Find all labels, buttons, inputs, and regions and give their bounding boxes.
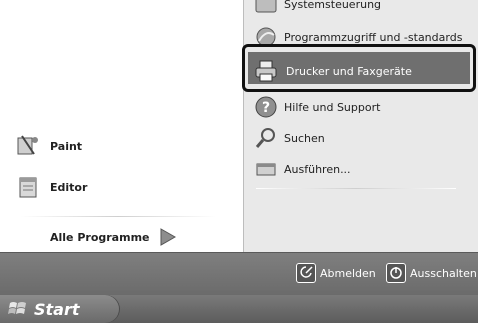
logoff-button[interactable]: Abmelden [296,262,376,284]
menu-item-printers[interactable]: Drucker und Faxgeräte [248,52,470,84]
right-divider [256,188,456,189]
menu-label-printers: Drucker und Faxgeräte [286,64,412,78]
notepad-icon [19,177,37,198]
menu-label-help: Hilfe und Support [284,100,381,114]
printer-icon [255,60,277,82]
run-icon [256,163,276,176]
control-panel-icon [255,0,277,13]
highlight-frame: Drucker und Faxgeräte [242,44,476,92]
start-label: Start [34,299,80,319]
search-icon [255,128,275,148]
logoff-icon [296,263,316,283]
menu-label-control-panel: Systemsteuerung [284,0,382,11]
menu-label-search: Suchen [284,131,325,145]
menu-label-run: Ausführen... [284,162,351,176]
menu-item-control-panel[interactable]: Systemsteuerung [254,0,381,16]
menu-item-search[interactable]: Suchen [254,126,325,150]
shutdown-label: Ausschalten [410,266,477,280]
left-divider [20,216,216,217]
paint-icon [17,135,38,155]
power-icon [386,263,406,283]
program-label-paint: Paint [50,139,83,153]
shutdown-button[interactable]: Ausschalten [386,262,477,284]
program-label-editor: Editor [50,180,88,194]
windows-logo-icon [8,302,26,314]
menu-label-program-access: Programmzugriff und -standards [284,30,463,44]
all-programs-button[interactable]: Alle Programme [50,226,176,248]
arrow-right-icon [160,228,176,246]
start-button[interactable]: Start [0,295,120,323]
all-programs-label: Alle Programme [50,230,150,244]
menu-item-help[interactable]: ? Hilfe und Support [254,95,380,119]
help-icon: ? [255,96,277,118]
menu-item-run[interactable]: Ausführen... [254,157,351,181]
svg-text:?: ? [262,100,270,116]
logoff-label: Abmelden [320,266,376,280]
program-item-editor[interactable]: Editor [16,173,87,201]
program-item-paint[interactable]: Paint [16,132,82,160]
start-menu-left-pane: Paint Editor Alle Programme [0,0,243,252]
